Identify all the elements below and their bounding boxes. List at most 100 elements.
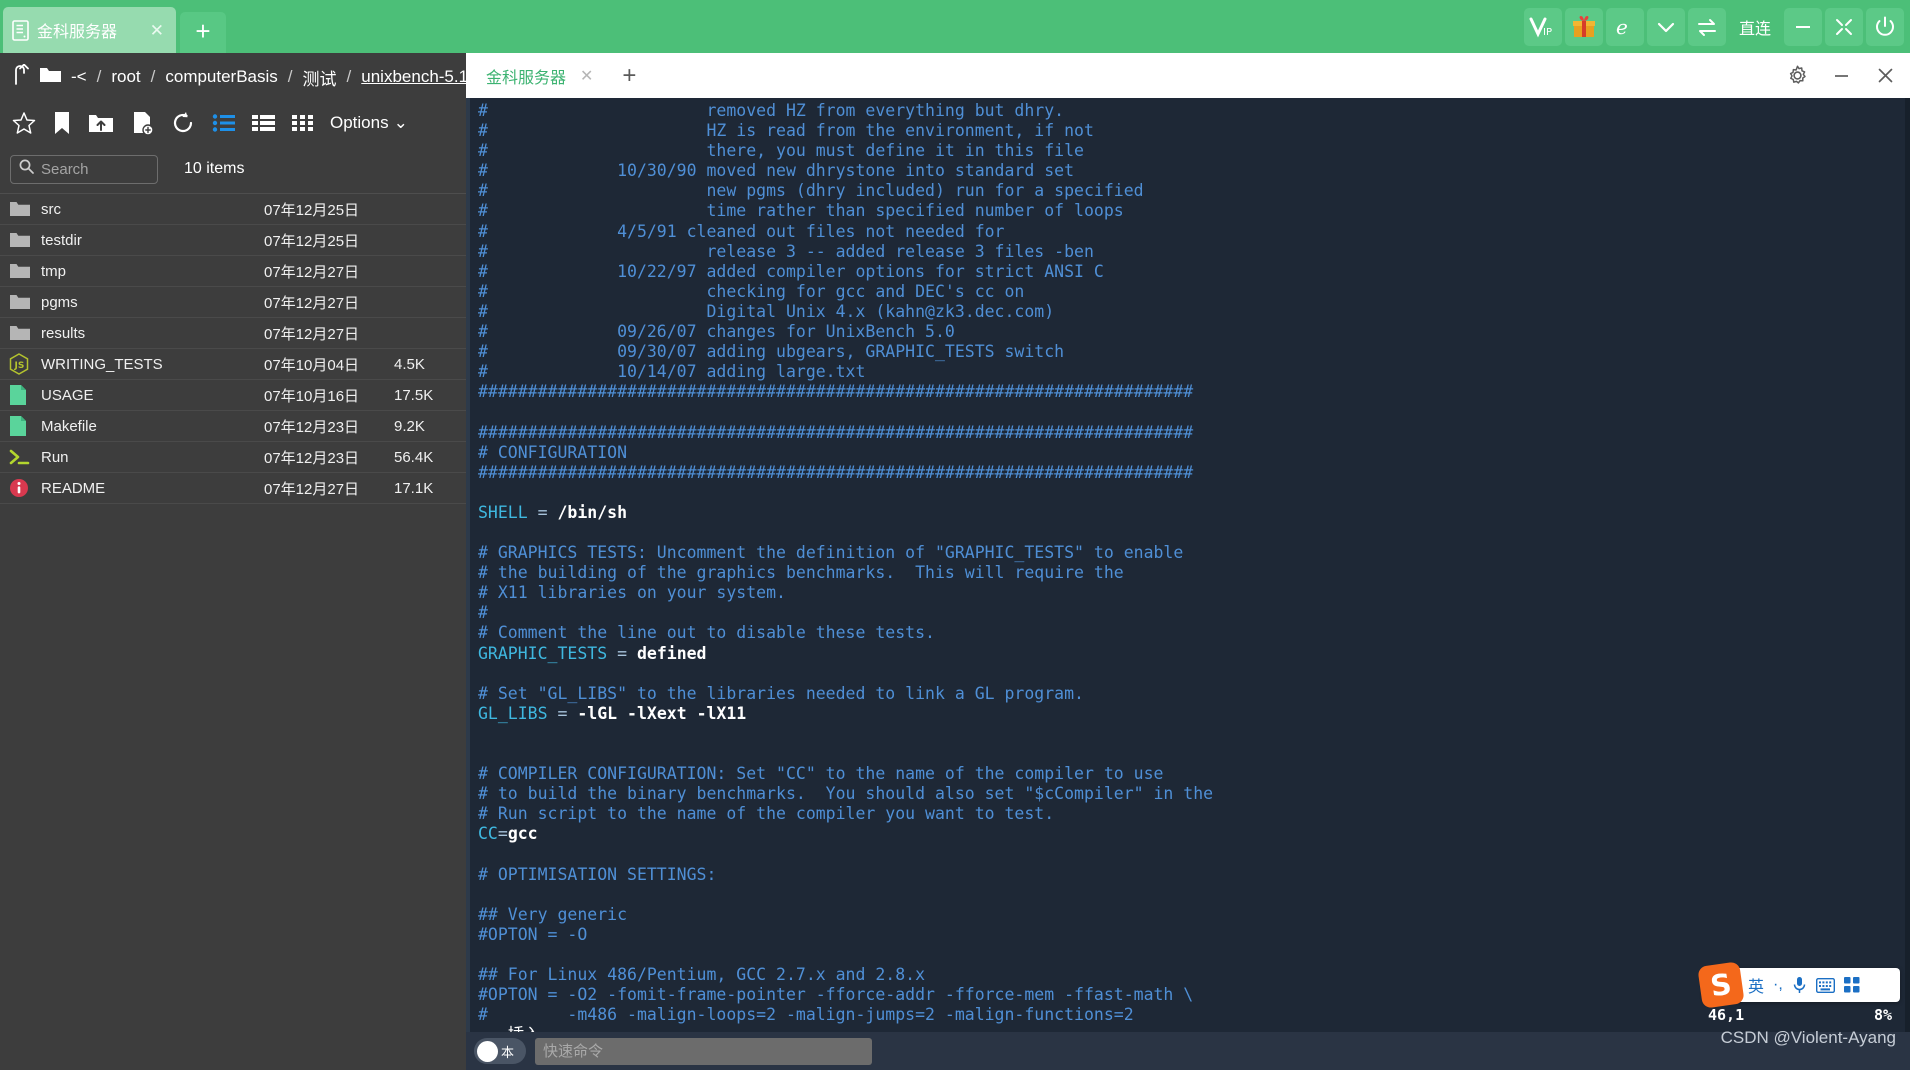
terminal-window: 金科服务器 ✕ + # removed HZ from everything b…: [466, 53, 1910, 1070]
terminal-assignment-line: CC=gcc: [478, 824, 538, 844]
list-view-icon[interactable]: [212, 113, 235, 133]
svg-text:IP: IP: [1543, 27, 1552, 38]
breadcrumb-sep: /: [346, 67, 352, 86]
file-date: 07年12月27日: [264, 480, 360, 498]
search-icon: [19, 159, 34, 179]
search-box[interactable]: [10, 154, 158, 184]
gift-button[interactable]: [1565, 7, 1603, 46]
arrow-up-icon[interactable]: [10, 63, 30, 91]
quick-command-toggle-label: 本: [501, 1044, 515, 1060]
file-size: 9.2K: [394, 417, 425, 435]
new-file-icon[interactable]: [131, 111, 154, 135]
file-row[interactable]: pgms 07年12月27日: [0, 287, 466, 318]
folder-icon: [9, 324, 41, 342]
breadcrumb: -< / root / computerBasis / 测试 / unixben…: [0, 53, 482, 101]
close-icon[interactable]: ✕: [146, 20, 168, 41]
terminal-window-controls: [1778, 53, 1904, 98]
terminal-comment-line: #OPTON = -O2 -fomit-frame-pointer -fforc…: [478, 985, 1194, 1005]
terminal-rule-line: ########################################…: [478, 462, 1194, 482]
terminal-comment-line: # COMPILER CONFIGURATION: Set "CC" to th…: [478, 764, 1164, 784]
file-row[interactable]: results 07年12月27日: [0, 318, 466, 349]
file-row[interactable]: tmp 07年12月27日: [0, 256, 466, 287]
sogou-logo-icon[interactable]: S: [1697, 961, 1745, 1009]
session-tab[interactable]: 金科服务器 ✕: [3, 7, 176, 53]
chevron-down-button[interactable]: [1647, 7, 1685, 46]
shell-file-icon: [9, 447, 41, 467]
grid-view-icon[interactable]: [292, 113, 313, 133]
minimize-icon[interactable]: [1822, 57, 1860, 95]
terminal-comment-line: # 4/5/91 cleaned out files not needed fo…: [478, 221, 1005, 241]
terminal-comment-line: # time rather than specified number of l…: [478, 201, 1124, 221]
star-icon[interactable]: [12, 111, 36, 135]
file-row[interactable]: src 07年12月25日: [0, 194, 466, 225]
file-row[interactable]: testdir 07年12月25日: [0, 225, 466, 256]
ime-punctuation-toggle[interactable]: ·,: [1773, 976, 1783, 994]
terminal-comment-line: # 09/26/07 changes for UnixBench 5.0: [478, 322, 955, 342]
search-input[interactable]: [41, 160, 149, 178]
file-name: USAGE: [41, 386, 94, 404]
terminal-comment-line: # -m486 -malign-loops=2 -malign-jumps=2 …: [478, 1005, 1134, 1025]
breadcrumb-segment-2[interactable]: computerBasis: [165, 67, 277, 87]
file-row[interactable]: Makefile 07年12月23日 9.2K: [0, 411, 466, 442]
terminal-tab[interactable]: 金科服务器 ✕: [466, 53, 606, 98]
file-name: tmp: [41, 262, 67, 280]
quick-command-toggle[interactable]: 本: [474, 1038, 526, 1064]
new-terminal-tab-button[interactable]: +: [606, 53, 652, 98]
file-browser-panel: -< / root / computerBasis / 测试 / unixben…: [0, 53, 482, 1070]
breadcrumb-segment-4[interactable]: unixbench-5.1.2: [361, 67, 482, 87]
terminal-comment-line: # 10/30/90 moved new dhrystone into stan…: [478, 161, 1075, 181]
text-file-icon: [9, 384, 41, 406]
terminal-assignment-line: GL_LIBS = -lGL -lXext -lX11: [478, 703, 747, 723]
terminal-comment-line: #OPTON = -O: [478, 924, 588, 944]
toggle-knob: [477, 1040, 498, 1062]
breadcrumb-segment-1[interactable]: root: [111, 67, 140, 87]
file-row[interactable]: USAGE 07年10月16日 17.5K: [0, 380, 466, 411]
info-file-icon: [9, 478, 41, 498]
gear-icon[interactable]: [1778, 57, 1816, 95]
detail-view-icon[interactable]: [252, 113, 275, 133]
file-row[interactable]: Run 07年12月23日 56.4K: [0, 442, 466, 473]
breadcrumb-segment-3[interactable]: 测试: [303, 65, 337, 90]
quick-command-input[interactable]: [535, 1037, 872, 1065]
terminal-comment-line: # HZ is read from the environment, if no…: [478, 121, 1094, 141]
terminal-comment-line: # the building of the graphics benchmark…: [478, 563, 1124, 583]
breadcrumb-segment-0[interactable]: -<: [71, 67, 87, 87]
file-row[interactable]: README 07年12月27日 17.1K: [0, 473, 466, 504]
new-session-button[interactable]: +: [180, 12, 226, 53]
ime-language-toggle[interactable]: 英: [1748, 973, 1764, 997]
transfer-button[interactable]: [1688, 7, 1726, 46]
options-dropdown[interactable]: Options ⌄: [330, 113, 408, 133]
maximize-button[interactable]: [1825, 7, 1863, 46]
scroll-percent: 8%: [1873, 1006, 1892, 1024]
upload-folder-icon[interactable]: [88, 112, 114, 134]
terminal-output[interactable]: # removed HZ from everything but dhry. # …: [466, 98, 1910, 1070]
app-title-bar: 金科服务器 ✕ + IP e 直连: [0, 0, 1910, 53]
terminal-rule-line: ########################################…: [478, 382, 1194, 402]
file-list: src 07年12月25日 testdir 07年12月25日 tmp 07年12月27日…: [0, 193, 466, 504]
folder-icon[interactable]: [39, 65, 62, 89]
keyboard-icon[interactable]: [1815, 977, 1835, 993]
bookmark-icon[interactable]: [53, 111, 71, 135]
ime-menu-grid-icon[interactable]: [1843, 977, 1860, 993]
minimize-button[interactable]: [1784, 7, 1822, 46]
file-name: Run: [41, 448, 69, 466]
file-name: results: [41, 324, 86, 342]
close-icon[interactable]: [1866, 57, 1904, 95]
file-row[interactable]: JS WRITING_TESTS 07年10月04日 4.5K: [0, 349, 466, 380]
folder-icon: [9, 231, 41, 249]
file-name: src: [41, 200, 61, 218]
microphone-icon[interactable]: [1792, 976, 1807, 994]
refresh-icon[interactable]: [171, 111, 195, 135]
close-icon[interactable]: ✕: [580, 66, 593, 86]
quick-command-bar: 本: [466, 1032, 1910, 1070]
power-button[interactable]: [1866, 7, 1904, 46]
terminal-comment-line: # CONFIGURATION: [478, 442, 628, 462]
vip-button[interactable]: IP: [1524, 7, 1562, 46]
ie-browser-button[interactable]: e: [1606, 7, 1644, 46]
terminal-scrollbar[interactable]: [1905, 98, 1910, 1070]
direct-connect-button[interactable]: 直连: [1729, 8, 1781, 46]
terminal-comment-line: #: [478, 603, 488, 623]
